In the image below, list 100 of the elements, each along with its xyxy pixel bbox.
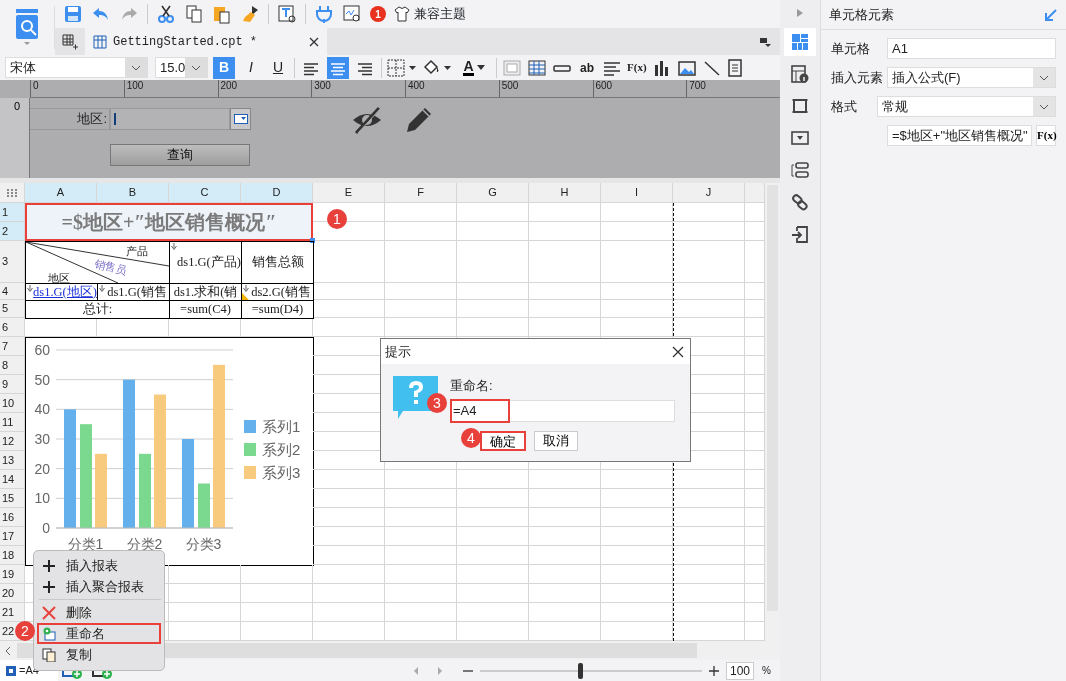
sheet-cell[interactable] <box>313 489 385 508</box>
sheet-cell[interactable] <box>385 584 457 603</box>
row-header[interactable]: 10 <box>0 394 25 413</box>
ok-button[interactable]: 确定 <box>480 430 526 451</box>
row-header[interactable]: 17 <box>0 527 25 546</box>
sheet-cell[interactable] <box>313 300 385 318</box>
sheet-cell[interactable] <box>673 489 745 508</box>
sheet-cell[interactable] <box>529 546 601 565</box>
sheet-cell[interactable] <box>673 546 745 565</box>
column-header[interactable]: E <box>313 183 385 203</box>
sheet-cell[interactable] <box>601 584 673 603</box>
column-header[interactable]: A <box>25 183 97 203</box>
sheet-cell[interactable] <box>673 222 745 241</box>
sheet-cell[interactable] <box>313 508 385 527</box>
hidden-icon[interactable] <box>351 104 383 136</box>
cell-field[interactable]: A1 <box>887 38 1056 59</box>
sheet-cell[interactable] <box>313 584 385 603</box>
sheet-cell[interactable] <box>313 546 385 565</box>
sheet-cell[interactable] <box>673 283 745 300</box>
sheet-cell[interactable] <box>529 565 601 584</box>
sheet-cell[interactable] <box>457 470 529 489</box>
sheet-cell[interactable] <box>169 603 241 622</box>
plug-icon[interactable] <box>314 4 334 24</box>
sheet-cell[interactable] <box>241 565 313 584</box>
sheet-cell[interactable] <box>385 508 457 527</box>
border-icon[interactable] <box>387 58 417 77</box>
row-header[interactable]: 18 <box>0 546 25 565</box>
sheet-cell[interactable] <box>457 203 529 222</box>
sheet-cell[interactable] <box>457 283 529 300</box>
sheet-cell[interactable] <box>457 241 529 283</box>
fill-color-icon[interactable] <box>422 58 452 77</box>
monitor-icon[interactable] <box>342 4 362 24</box>
zoom-field[interactable]: 100 <box>726 661 754 680</box>
sheet-cell[interactable] <box>673 203 745 222</box>
sheet-cell[interactable] <box>313 470 385 489</box>
sheet-cell[interactable] <box>529 203 601 222</box>
menu-item[interactable]: 插入聚合报表 <box>37 576 161 597</box>
sheet-cell[interactable] <box>601 527 673 546</box>
sheet-cell[interactable] <box>457 489 529 508</box>
sheet-cell[interactable] <box>313 241 385 283</box>
previous-icon[interactable] <box>412 665 420 676</box>
sheet-cell[interactable] <box>241 603 313 622</box>
sheet-cell[interactable] <box>601 603 673 622</box>
dropdown-button[interactable] <box>230 108 251 130</box>
sheet-cell[interactable] <box>601 508 673 527</box>
sheet-cell[interactable] <box>169 565 241 584</box>
row-header[interactable]: 16 <box>0 508 25 527</box>
sheet-cell[interactable] <box>601 203 673 222</box>
sheet-cell[interactable] <box>673 241 745 283</box>
column-header[interactable]: I <box>601 183 673 203</box>
font-size-select[interactable]: 15.0 <box>155 57 208 78</box>
sheet-cell[interactable] <box>601 283 673 300</box>
document-tab[interactable]: GettingStarted.cpt * <box>85 28 327 55</box>
row-header[interactable]: 20 <box>0 584 25 603</box>
sheet-cell[interactable] <box>169 318 241 337</box>
sheet-cell[interactable] <box>457 222 529 241</box>
sheet-cell[interactable] <box>673 565 745 584</box>
sheet-cell[interactable] <box>529 508 601 527</box>
sheet-cell[interactable] <box>385 489 457 508</box>
row-header[interactable]: 3 <box>0 241 25 283</box>
sheet-cell[interactable] <box>673 318 745 337</box>
sheet-cell[interactable] <box>313 318 385 337</box>
sheet-cell[interactable] <box>457 527 529 546</box>
next-icon[interactable] <box>436 665 444 676</box>
column-header[interactable]: G <box>457 183 529 203</box>
column-header[interactable]: D <box>241 183 313 203</box>
sheet-cell[interactable] <box>529 283 601 300</box>
fill-handle[interactable] <box>310 238 315 243</box>
sheet-cell[interactable] <box>25 318 97 337</box>
font-select[interactable]: 宋体 <box>5 57 148 78</box>
format-select[interactable]: 常规 <box>877 96 1056 117</box>
formula-button[interactable]: F(x) <box>627 59 647 76</box>
sheet-cell[interactable] <box>529 603 601 622</box>
sheet-cell[interactable] <box>385 222 457 241</box>
sheet-cell[interactable] <box>385 565 457 584</box>
sheet-cell[interactable] <box>529 300 601 318</box>
sheet-cell[interactable] <box>385 241 457 283</box>
row-header[interactable]: 8 <box>0 356 25 375</box>
row-header[interactable]: 5 <box>0 300 25 318</box>
page-icon[interactable] <box>726 58 743 77</box>
row-header[interactable]: 2 <box>0 222 25 241</box>
row-header[interactable]: 11 <box>0 413 25 432</box>
font-color-button[interactable]: A <box>457 56 491 79</box>
sheet-cell[interactable] <box>385 283 457 300</box>
row-header[interactable]: 4 <box>0 283 25 300</box>
formula-button[interactable]: F(x) <box>1036 125 1056 146</box>
sheet-cell[interactable] <box>385 470 457 489</box>
close-icon[interactable] <box>309 36 319 47</box>
cell-icon[interactable] <box>502 58 522 77</box>
query-button[interactable]: 查询 <box>110 144 250 166</box>
zoom-slider[interactable] <box>577 662 583 679</box>
sheet-cell[interactable] <box>385 546 457 565</box>
rename-field[interactable]: =A4 <box>450 399 675 422</box>
sheet-cell[interactable] <box>529 470 601 489</box>
cut-icon[interactable] <box>156 4 176 24</box>
row-header[interactable]: 12 <box>0 432 25 451</box>
sheet-cell[interactable] <box>601 300 673 318</box>
sheet-cell[interactable] <box>601 565 673 584</box>
menu-item[interactable]: 重命名 <box>37 623 161 644</box>
select-all-icon[interactable] <box>7 188 17 197</box>
